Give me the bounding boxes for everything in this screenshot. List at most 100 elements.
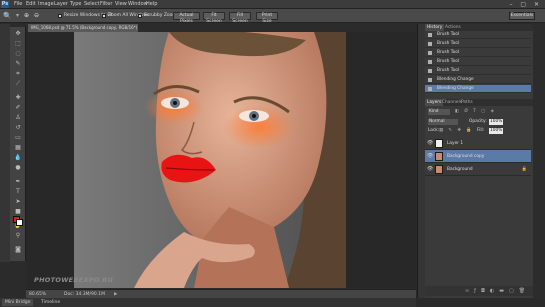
eyedropper-icon[interactable]: ⟋ bbox=[12, 79, 24, 88]
layer-row-selected[interactable]: 👁 Background copy bbox=[425, 150, 531, 163]
layer-thumbnail bbox=[435, 152, 443, 161]
menu-help[interactable]: Help bbox=[146, 0, 157, 9]
brush-tool-icon bbox=[428, 51, 432, 55]
gradient-icon[interactable]: ▦ bbox=[12, 143, 24, 152]
brush-tool-icon bbox=[428, 33, 432, 37]
menu-bar: Ps File Edit Image Layer Type Select Fil… bbox=[0, 0, 545, 9]
menu-type[interactable]: Type bbox=[70, 0, 81, 9]
history-item[interactable]: Brush Tool bbox=[425, 49, 531, 57]
zoom-all-checkbox[interactable] bbox=[102, 14, 106, 18]
tab-paths[interactable]: Paths bbox=[459, 99, 475, 106]
watermark: PHOTOWEBEXPO.RU bbox=[34, 276, 114, 284]
eye-icon[interactable]: 👁 bbox=[427, 154, 433, 159]
zoom-dropdown-icon[interactable]: ▾ bbox=[16, 9, 19, 23]
layer-filter-icons[interactable]: ◧ Ø T ▢ ◈ bbox=[455, 109, 496, 115]
photoshop-logo: Ps bbox=[1, 1, 9, 8]
menu-layer[interactable]: Layer bbox=[54, 0, 68, 9]
eye-icon[interactable]: 👁 bbox=[427, 167, 433, 172]
panel-scrollbar[interactable] bbox=[533, 24, 545, 298]
opacity-field[interactable]: 100% bbox=[489, 119, 503, 125]
shape-tool-icon[interactable]: ■ bbox=[12, 207, 24, 216]
brush-tool-icon bbox=[428, 69, 432, 73]
lock-label: Lock: bbox=[428, 128, 440, 133]
resize-windows-checkbox[interactable] bbox=[58, 14, 62, 18]
fill-field[interactable]: 100% bbox=[489, 128, 503, 134]
layer-row[interactable]: 👁 Layer 1 bbox=[425, 137, 531, 150]
lock-icon[interactable]: ▦ ✎ ✥ 🔒 bbox=[439, 128, 474, 134]
brush-tool-icon[interactable]: ✐ bbox=[12, 103, 24, 112]
history-item[interactable]: Brush Tool bbox=[425, 58, 531, 66]
panels-column: History Actions Brush Tool Brush Tool Br… bbox=[425, 24, 533, 298]
print-size-button[interactable]: Print Size bbox=[256, 12, 278, 24]
layer-filter-kind[interactable]: Kind bbox=[428, 109, 450, 115]
folder-icon[interactable]: ▬ bbox=[499, 288, 509, 294]
menu-edit[interactable]: Edit bbox=[26, 0, 36, 9]
zoom-tool-icon[interactable]: ⚲ bbox=[12, 231, 24, 240]
menu-view[interactable]: View bbox=[115, 0, 127, 9]
adjustment-icon[interactable]: ◐ bbox=[490, 288, 499, 294]
window-controls[interactable]: – ▢ ✕ bbox=[509, 0, 542, 9]
history-item[interactable]: Brush Tool bbox=[425, 67, 531, 75]
path-select-icon[interactable]: ➤ bbox=[12, 197, 24, 206]
history-item[interactable]: Blending Change bbox=[425, 76, 531, 84]
eraser-icon[interactable]: ▭ bbox=[12, 133, 24, 142]
history-item-selected[interactable]: Blending Change bbox=[425, 85, 531, 93]
trash-icon[interactable]: 🗑 bbox=[519, 288, 530, 294]
crop-tool-icon[interactable]: ⌗ bbox=[12, 69, 24, 78]
history-item[interactable]: Brush Tool bbox=[425, 31, 531, 39]
toolbar-collapse-strip[interactable] bbox=[0, 24, 10, 262]
opacity-label: Opacity: bbox=[469, 119, 487, 124]
panel-dock-strip[interactable] bbox=[417, 24, 425, 298]
quick-select-icon[interactable]: ✎ bbox=[12, 59, 24, 68]
tab-actions[interactable]: Actions bbox=[443, 24, 463, 31]
dodge-icon[interactable]: ● bbox=[12, 163, 24, 172]
layer-thumbnail bbox=[435, 139, 443, 148]
fx-icon[interactable]: ƒ bbox=[474, 288, 481, 294]
move-tool-icon[interactable]: ✥ bbox=[12, 29, 24, 38]
layers-footer: ∞ƒ◘◐▬▢🗑 bbox=[425, 286, 533, 296]
menu-window[interactable]: Window bbox=[128, 0, 148, 9]
pen-tool-icon[interactable]: ✒ bbox=[12, 177, 24, 186]
scrubby-zoom-label: Scrubby Zoom bbox=[144, 13, 177, 18]
new-layer-icon[interactable]: ▢ bbox=[509, 288, 519, 294]
scrubby-zoom-checkbox[interactable] bbox=[138, 14, 142, 18]
layer-thumbnail bbox=[435, 165, 443, 174]
zoom-in-icon[interactable]: ⊕ bbox=[24, 9, 29, 23]
blend-mode-select[interactable]: Normal bbox=[428, 119, 458, 125]
menu-image[interactable]: Image bbox=[38, 0, 54, 9]
zoom-out-icon[interactable]: ⊖ bbox=[34, 9, 39, 23]
fit-screen-button[interactable]: Fit Screen bbox=[203, 12, 225, 24]
tab-history[interactable]: History bbox=[425, 24, 445, 31]
fill-label: Fill: bbox=[477, 128, 485, 133]
tab-mini-bridge[interactable]: Mini Bridge bbox=[2, 299, 34, 306]
brush-tool-icon bbox=[428, 60, 432, 64]
document-tab[interactable]: IMG_1068.psd @ 71.5% (Background copy, R… bbox=[28, 24, 138, 32]
portrait-illustration bbox=[74, 32, 346, 288]
type-tool-icon[interactable]: T bbox=[12, 187, 24, 196]
layer-row[interactable]: 👁 Background 🔒 bbox=[425, 163, 531, 176]
blur-icon[interactable]: 💧 bbox=[12, 153, 24, 162]
menu-select[interactable]: Select bbox=[84, 0, 99, 9]
marquee-tool-icon[interactable]: ⬚ bbox=[12, 39, 24, 48]
workspace-select[interactable]: Essentials bbox=[509, 12, 535, 20]
tab-timeline[interactable]: Timeline bbox=[38, 299, 63, 306]
zoom-icon[interactable]: 🔍 bbox=[3, 9, 12, 23]
clone-stamp-icon[interactable]: ♙ bbox=[12, 113, 24, 122]
background-color-swatch[interactable] bbox=[16, 219, 23, 226]
fill-screen-button[interactable]: Fill Screen bbox=[229, 12, 251, 24]
healing-brush-icon[interactable]: ✚ bbox=[12, 93, 24, 102]
portrait-photo[interactable] bbox=[74, 32, 346, 288]
menu-filter[interactable]: Filter bbox=[100, 0, 112, 9]
eye-icon[interactable]: 👁 bbox=[427, 141, 433, 146]
mask-icon[interactable]: ◘ bbox=[481, 288, 490, 294]
lasso-tool-icon[interactable]: ◌ bbox=[12, 49, 24, 58]
quick-mask-icon[interactable]: ◙ bbox=[12, 245, 24, 254]
actual-pixels-button[interactable]: Actual Pixels bbox=[173, 12, 200, 24]
link-icon[interactable]: ∞ bbox=[465, 288, 474, 294]
menu-file[interactable]: File bbox=[14, 0, 22, 9]
options-bar: 🔍 ▾ ⊕ ⊖ Resize Windows to Fit Zoom All W… bbox=[0, 9, 545, 24]
brush-tool-icon bbox=[428, 42, 432, 46]
bottom-panel-bar: Mini Bridge Timeline bbox=[0, 298, 416, 307]
history-item[interactable]: Brush Tool bbox=[425, 40, 531, 48]
history-brush-icon[interactable]: ↺ bbox=[12, 123, 24, 132]
